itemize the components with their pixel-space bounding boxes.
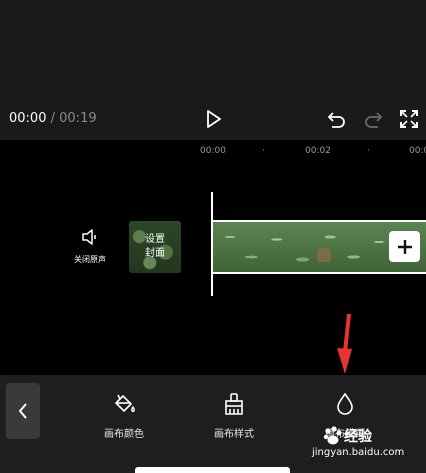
total-time: 00:19 [59,111,97,126]
watermark: 经验 jingyan.baidu.com [312,425,422,469]
plus-icon [397,239,412,254]
playhead[interactable] [211,192,213,296]
redo-icon[interactable] [362,108,384,130]
watermark-url: jingyan.baidu.com [312,447,405,458]
cover-label-line1: 设置 [145,234,165,245]
tool-label: 画布样式 [214,429,254,440]
home-indicator [135,467,290,473]
red-arrow-annotation [337,314,352,374]
cover-label-line2: 封面 [145,248,165,259]
current-time: 00:00 [9,111,47,126]
timeline[interactable]: 00:00 · 00:02 · 00:0 关闭原声 设置 封面 [0,140,426,375]
paint-bucket-icon [115,394,135,413]
paw-logo-icon [323,426,342,445]
chevron-left-icon [18,403,27,419]
playback-controls: 00:00 / 00:19 [0,100,426,140]
mute-original-audio-button[interactable]: 关闭原声 [68,228,112,265]
ruler-tick: · [367,146,370,156]
undo-icon[interactable] [326,108,348,130]
droplet-icon [337,392,353,415]
time-separator: / [50,111,55,126]
mute-label: 关闭原声 [74,255,106,264]
ruler-tick: · [262,146,265,156]
ruler-tick: 00:0 [409,146,426,156]
video-preview[interactable] [0,0,426,100]
canvas-style-tool[interactable]: 画布样式 [199,391,269,440]
play-icon[interactable] [202,108,224,130]
fullscreen-icon[interactable] [398,108,420,130]
time-display: 00:00 / 00:19 [9,111,97,126]
back-button[interactable] [6,383,40,439]
watermark-brand: 经验 [344,429,372,445]
speaker-icon [82,229,96,245]
canvas-color-tool[interactable]: 画布颜色 [89,391,159,440]
set-cover-button[interactable]: 设置 封面 [129,221,181,273]
tool-label: 画布颜色 [104,429,144,440]
brush-icon [225,393,243,415]
ruler-tick: 00:00 [200,146,226,156]
ruler-tick: 00:02 [305,146,331,156]
time-ruler: 00:00 · 00:02 · 00:0 [0,146,426,160]
add-clip-button[interactable] [389,231,420,262]
